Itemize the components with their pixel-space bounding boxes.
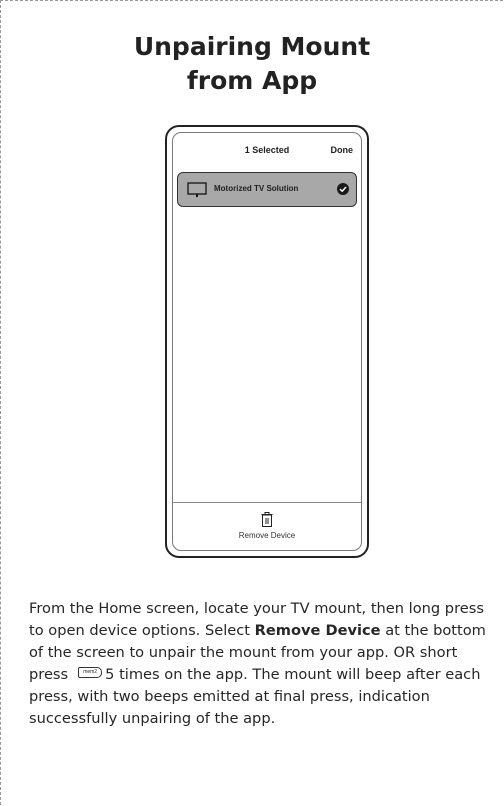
remove-device-button[interactable]: Remove Device [173,503,361,550]
instructions-paragraph: From the Home screen, locate your TV mou… [29,598,489,729]
device-name: Motorized TV Solution [214,184,299,193]
phone-top-bar: 1 Selected Done [173,133,361,167]
phone-screen: 1 Selected Done Motorized TV Solution Re… [172,132,362,551]
check-icon [337,183,349,195]
mem2-button-icon: mem2 [78,666,103,678]
remove-device-label: Remove Device [238,531,296,540]
page-title: Unpairing Mount from App [0,30,504,98]
remove-device-emphasis: Remove Device [254,621,381,639]
phone-mockup: 1 Selected Done Motorized TV Solution Re… [165,125,369,558]
tv-icon [187,182,207,197]
mem2-label: mem2 [83,668,98,675]
device-row[interactable]: Motorized TV Solution [177,172,357,207]
title-line-2: from App [186,66,318,95]
title-line-1: Unpairing Mount [133,32,371,61]
trash-icon [261,512,273,527]
done-button[interactable]: Done [331,145,354,155]
